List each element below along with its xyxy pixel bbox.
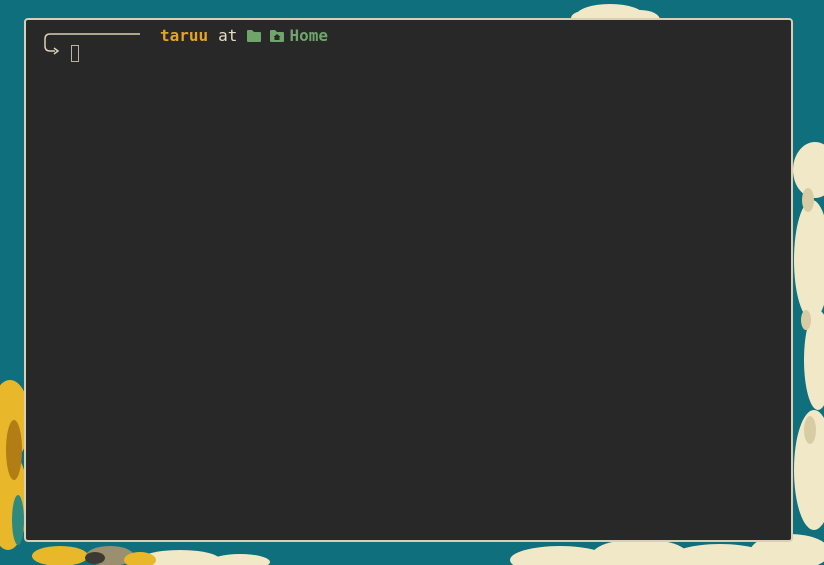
prompt-username: taruu xyxy=(160,26,209,45)
home-folder-icon xyxy=(270,30,285,42)
terminal-window[interactable]: taruu at Home xyxy=(24,18,793,542)
prompt-frame-decoration xyxy=(44,33,140,55)
shell-prompt: taruu at Home xyxy=(160,27,328,45)
prompt-directory: Home xyxy=(289,26,328,45)
terminal-cursor[interactable] xyxy=(71,45,79,62)
prompt-separator: at xyxy=(218,26,238,45)
folder-icon xyxy=(247,30,262,42)
